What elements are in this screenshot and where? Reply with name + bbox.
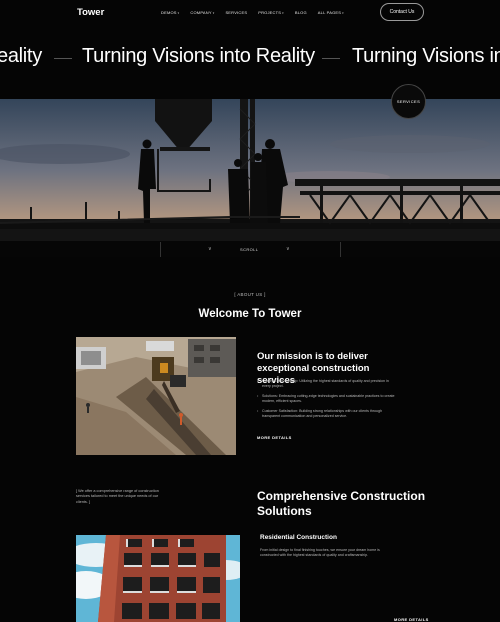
- chevron-down-icon: ∨: [208, 246, 212, 252]
- services-badge[interactable]: SERVICES: [391, 84, 426, 119]
- menu-item-blog[interactable]: BLOG: [295, 10, 307, 15]
- list-item: Customer Satisfaction: Building strong r…: [257, 409, 397, 419]
- menu-item-label: PROJECTS: [258, 10, 282, 15]
- construction-silhouette-photo: [0, 99, 500, 257]
- marquee-text: Turning Visions in: [352, 45, 500, 67]
- chevron-down-icon: ▾: [212, 11, 215, 15]
- list-item: Quality Craftsmanship: Utilizing the hig…: [257, 379, 397, 389]
- section-tag: [ ABOUT US ]: [234, 292, 266, 297]
- section-title: Welcome To Tower: [198, 308, 302, 320]
- list-item: Solutions: Embracing cutting-edge techno…: [257, 394, 397, 404]
- chevron-down-icon: ▾: [177, 11, 180, 15]
- scroll-divider: [340, 242, 341, 257]
- menu-item-projects[interactable]: PROJECTS▾: [258, 10, 284, 15]
- main-menu: DEMOS▾ COMPANY▾ SERVICES PROJECTS▾ BLOG …: [161, 10, 344, 15]
- hero-image: [0, 99, 500, 257]
- services-heading: Comprehensive Construction Solutions: [257, 489, 426, 518]
- contact-us-button[interactable]: Contact Us: [380, 3, 424, 21]
- chevron-down-icon: ▾: [342, 11, 344, 15]
- scroll-button[interactable]: SCROLL: [240, 247, 258, 252]
- scroll-divider: [160, 242, 161, 257]
- chevron-down-icon: ∨: [286, 246, 290, 252]
- menu-item-company[interactable]: COMPANY▾: [190, 10, 214, 15]
- menu-item-label: ALL PAGES: [317, 10, 342, 15]
- menu-item-label: DEMOS: [161, 10, 177, 15]
- marquee-text: eality: [0, 45, 42, 67]
- marquee-separator: [322, 58, 340, 59]
- top-navigation: Tower DEMOS▾ COMPANY▾ SERVICES PROJECTS▾…: [0, 0, 500, 26]
- more-details-link[interactable]: MORE DETAILS: [257, 435, 292, 440]
- residential-building-photo: [76, 535, 240, 622]
- menu-item-all-pages[interactable]: ALL PAGES▾: [318, 10, 344, 15]
- menu-item-label: COMPANY: [190, 10, 212, 15]
- marquee-separator: [54, 58, 72, 59]
- excavation-site-photo: [76, 337, 236, 455]
- menu-item-label: BLOG: [294, 10, 307, 15]
- menu-item-demos[interactable]: DEMOS▾: [161, 10, 179, 15]
- menu-item-label: SERVICES: [225, 10, 248, 15]
- chevron-down-icon: ▾: [282, 11, 284, 15]
- mission-list: Quality Craftsmanship: Utilizing the hig…: [257, 379, 397, 424]
- menu-item-services[interactable]: SERVICES: [225, 10, 247, 15]
- marquee-text: Turning Visions into Reality: [82, 45, 315, 67]
- site-logo[interactable]: Tower: [77, 7, 104, 18]
- headline-marquee: eality Turning Visions into Reality Turn…: [0, 42, 500, 76]
- service-title: Residential Construction: [260, 534, 337, 541]
- services-intro: [ We offer a comprehensive range of cons…: [76, 489, 159, 504]
- more-details-link[interactable]: MORE DETAILS: [394, 617, 429, 622]
- service-description: From initial design to final finishing t…: [260, 548, 380, 558]
